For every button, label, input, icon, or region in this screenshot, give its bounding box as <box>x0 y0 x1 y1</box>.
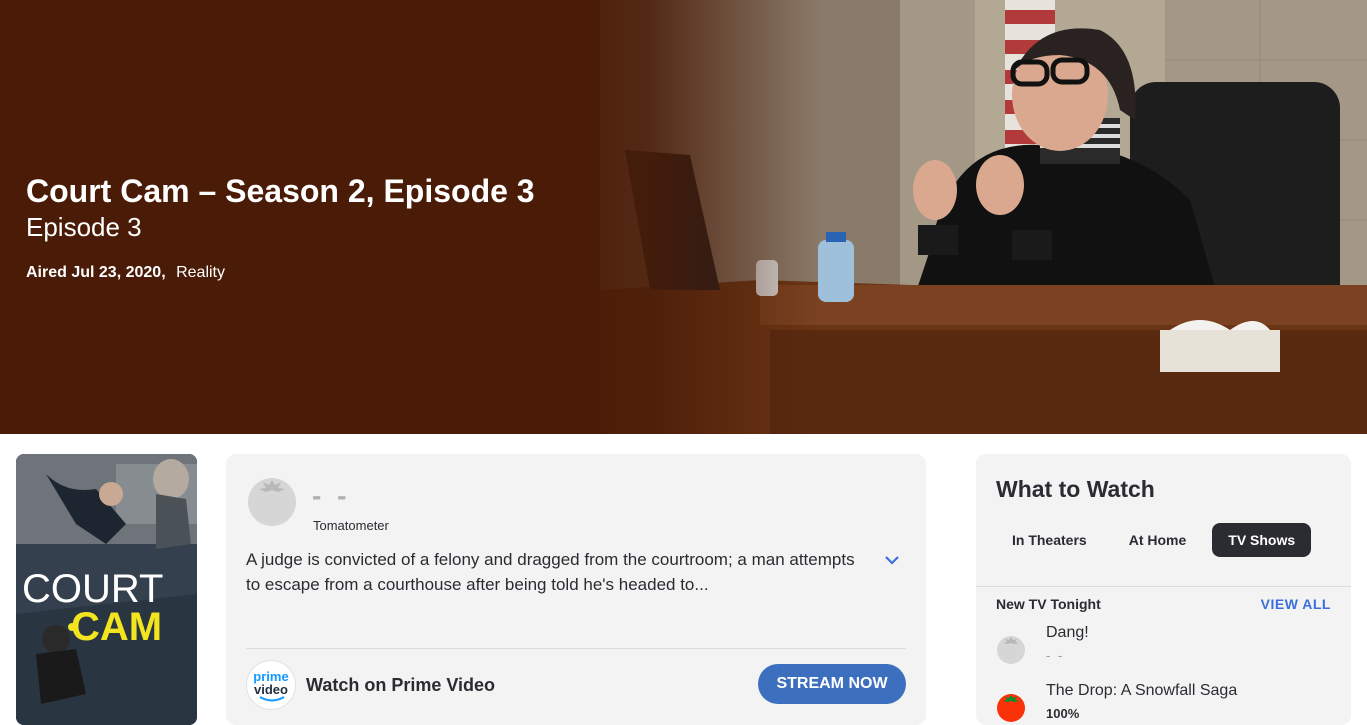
hero-gradient <box>560 0 820 434</box>
chevron-down-icon[interactable] <box>882 552 902 568</box>
prime-smile-icon <box>259 696 285 702</box>
show-title[interactable]: Dang! <box>1046 624 1089 642</box>
tomato-fresh-icon <box>997 694 1025 722</box>
section-title: New TV Tonight <box>996 596 1101 612</box>
tomato-empty-icon <box>248 478 296 526</box>
watch-on-label: Watch on Prime Video <box>306 675 496 695</box>
what-to-watch-title: What to Watch <box>996 476 1155 502</box>
hero-banner: Court Cam – Season 2, Episode 3 Episode … <box>0 0 1367 434</box>
episode-meta: Aired Jul 23, 2020, Reality <box>26 264 535 282</box>
aired-date: Aired Jul 23, 2020, <box>26 264 166 281</box>
show-score: 100% <box>1046 706 1080 721</box>
episode-info-card: - - Tomatometer A judge is convicted of … <box>226 454 926 725</box>
tomato-empty-icon <box>997 636 1025 664</box>
tomatometer-score: - - <box>312 480 351 511</box>
list-item[interactable]: The Drop: A Snowfall Saga 100% <box>996 682 1336 725</box>
stream-now-button[interactable]: STREAM NOW <box>758 664 906 704</box>
show-title[interactable]: The Drop: A Snowfall Saga <box>1046 682 1237 700</box>
panel-divider <box>976 586 1351 587</box>
card-divider <box>246 648 906 649</box>
poster-image[interactable]: COURT CAM <box>16 454 197 725</box>
hero-text: Court Cam – Season 2, Episode 3 Episode … <box>26 172 535 282</box>
episode-synopsis: A judge is convicted of a felony and dra… <box>246 550 855 594</box>
prime-video-icon: prime video <box>246 660 296 710</box>
episode-title: Court Cam – Season 2, Episode 3 <box>26 173 535 209</box>
show-score: - - <box>1046 648 1065 663</box>
list-item[interactable]: Dang! - - <box>996 624 1336 674</box>
view-all-link[interactable]: VIEW ALL <box>1261 596 1331 612</box>
poster-line2: CAM <box>71 605 162 649</box>
genre-link[interactable]: Reality <box>176 264 225 281</box>
episode-subtitle: Episode 3 <box>26 212 142 242</box>
what-to-watch-tabs: In Theaters At Home TV Shows <box>996 523 1312 557</box>
tab-in-theaters[interactable]: In Theaters <box>996 523 1103 557</box>
what-to-watch-panel: What to Watch In Theaters At Home TV Sho… <box>976 454 1351 725</box>
poster-art: COURT CAM <box>16 454 197 725</box>
tomatometer-label: Tomatometer <box>313 518 389 533</box>
tab-at-home[interactable]: At Home <box>1113 523 1203 557</box>
tab-tv-shows[interactable]: TV Shows <box>1212 523 1312 557</box>
